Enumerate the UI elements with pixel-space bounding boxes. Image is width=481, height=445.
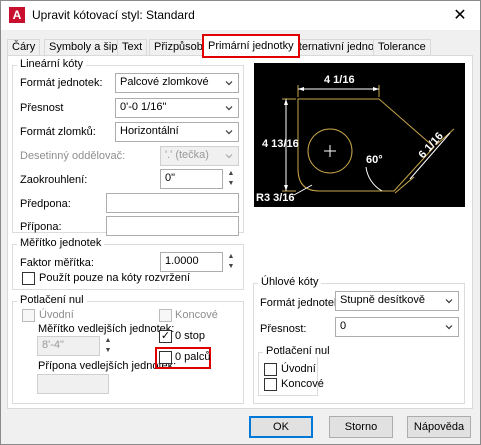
unit-format-label: Formát jednotek: [20,77,103,89]
zero-suppression-group-label: Potlačení nul [17,294,87,306]
dim-top-text: 4 1/16 [324,74,355,86]
dim-left-text: 4 13/16 [262,138,299,150]
suffix-label: Přípona: [20,221,62,233]
zero-feet-label: 0 stop [175,330,205,342]
dialog-window: A Upravit kótovací styl: Standard ✕ Čáry… [0,0,481,445]
angular-precision-value: 0 [340,320,347,332]
zero-inches-checkbox[interactable] [159,351,172,364]
unit-format-select[interactable]: Palcové zlomkové [115,73,239,93]
precision-select[interactable]: 0'-0 1/16" [115,98,239,118]
angular-zero-suppression-label: Potlačení nul [263,345,333,357]
angular-unit-format-select[interactable]: Stupně desítkově [335,291,459,311]
precision-label: Přesnost [20,102,64,114]
help-button[interactable]: Nápověda [407,416,471,438]
scale-factor-spinner[interactable]: ▲ ▼ [223,252,239,272]
ok-button[interactable]: OK [249,416,313,438]
tab-tolerance[interactable]: Tolerance [373,39,431,56]
decimal-separator-value: '.' (tečka) [165,149,209,161]
preview-drawing: 4 1/16 4 13/16 6 1/16 60° R3 3/16 [256,74,455,204]
dim-radius-text: R3 3/16 [256,192,295,204]
cancel-button[interactable]: Storno [329,416,393,438]
unit-format-value: Palcové zlomkové [120,76,209,88]
zero-feet-checkbox[interactable]: ✓ [159,330,172,343]
angular-trailing-zero-checkbox[interactable] [264,378,277,391]
leading-zero-label: Úvodní [39,309,74,321]
chevron-down-icon [225,130,233,135]
angular-unit-format-label: Formát jednotek: [260,297,343,309]
fraction-format-select[interactable]: Horizontální [115,122,239,142]
scale-factor-input[interactable]: 1.0000 [160,252,223,272]
prefix-label: Předpona: [20,198,71,210]
sub-unit-factor-label: Měřítko vedlejších jednotek: [38,323,175,335]
tab-primary-units[interactable]: Primární jednotky [202,34,300,58]
angular-dims-group-label: Úhlové kóty [258,276,322,288]
dialog-title: Upravit kótovací styl: Standard [32,8,195,22]
angular-leading-zero-label: Úvodní [281,363,316,375]
tab-text[interactable]: Text [117,39,148,56]
layout-only-label: Použít pouze na kóty rozvržení [39,272,191,284]
dimension-preview: 4 1/16 4 13/16 6 1/16 60° R3 3/16 [254,63,465,207]
fraction-format-value: Horizontální [120,125,179,137]
angular-leading-zero-checkbox[interactable] [264,363,277,376]
angular-unit-format-value: Stupně desítkově [340,294,426,306]
leading-zero-checkbox[interactable] [22,309,35,322]
trailing-zero-checkbox[interactable] [159,309,172,322]
angular-precision-select[interactable]: 0 [335,317,459,337]
round-off-input[interactable]: 0" [160,169,223,189]
title-bar: A Upravit kótovací styl: Standard ✕ [1,1,480,30]
round-off-label: Zaokrouhlení: [20,174,88,186]
chevron-down-icon [445,325,453,330]
scale-factor-label: Faktor měřítka: [20,257,94,269]
decimal-separator-label: Desetinný oddělovač: [20,150,126,162]
layout-only-checkbox[interactable] [22,272,35,285]
sub-unit-factor-spinner[interactable]: ▲ ▼ [100,336,116,356]
close-button[interactable]: ✕ [440,1,480,30]
linear-dims-group-label: Lineární kóty [17,58,86,70]
scale-group-label: Měřítko jednotek [17,237,105,249]
chevron-down-icon [445,299,453,304]
angular-precision-label: Přesnost: [260,323,307,335]
fraction-format-label: Formát zlomků: [20,126,96,138]
chevron-down-icon [225,106,233,111]
suffix-input[interactable] [106,216,239,236]
precision-value: 0'-0 1/16" [120,101,167,113]
chevron-down-icon [225,81,233,86]
decimal-separator-select[interactable]: '.' (tečka) [160,146,239,166]
prefix-input[interactable] [106,193,239,213]
sub-unit-suffix-input[interactable] [37,374,109,394]
dim-right-text: 6 1/16 [416,130,445,161]
chevron-down-icon [225,154,233,159]
dim-angle-text: 60° [366,154,383,166]
tab-lines[interactable]: Čáry [7,39,41,56]
zero-inches-label: 0 palců [175,351,211,363]
sub-unit-factor-input[interactable]: 8'-4" [37,336,100,356]
trailing-zero-label: Koncové [175,309,218,321]
round-off-spinner[interactable]: ▲ ▼ [223,169,239,189]
autocad-app-icon: A [9,7,25,23]
angular-trailing-zero-label: Koncové [281,378,324,390]
